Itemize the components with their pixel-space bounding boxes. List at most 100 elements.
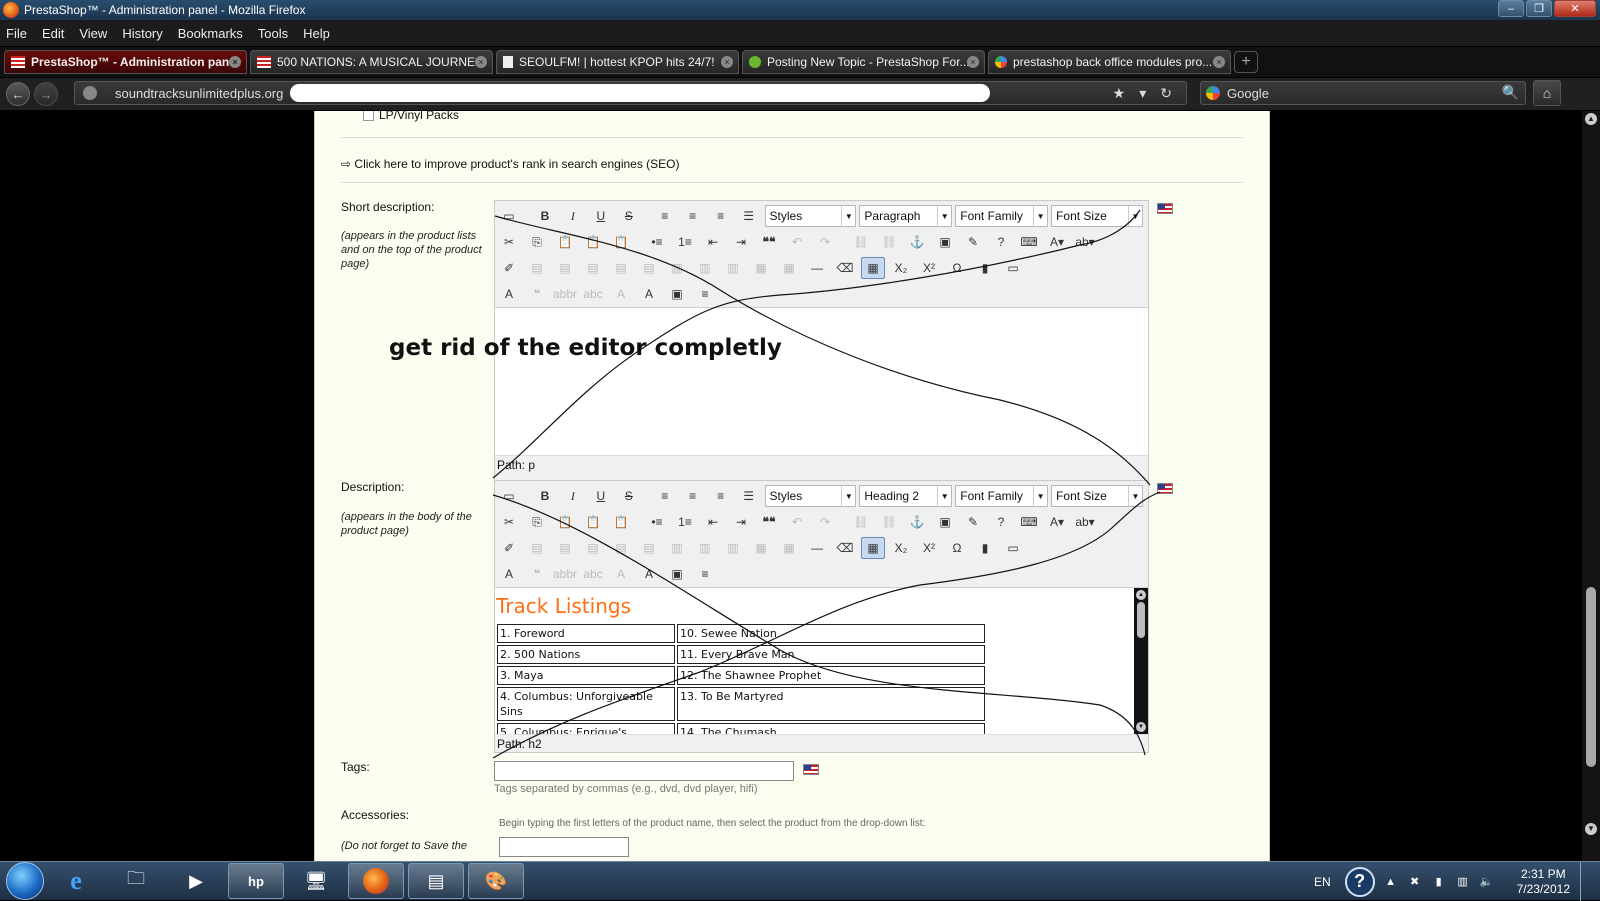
indent-icon[interactable]: ⇥: [729, 231, 753, 253]
font-family-dropdown[interactable]: Font Family ▼: [955, 485, 1049, 507]
new-document-icon[interactable]: ▭: [497, 205, 521, 227]
abbr-icon[interactable]: abbr: [553, 563, 577, 585]
indent-icon[interactable]: ⇥: [729, 511, 753, 533]
help-icon[interactable]: ?: [989, 511, 1013, 533]
flag-icon[interactable]: [1157, 203, 1173, 214]
copy-icon[interactable]: ⎘: [525, 231, 549, 253]
align-left-icon[interactable]: ≡: [653, 205, 677, 227]
menu-file[interactable]: File: [6, 26, 27, 41]
highlight-color-icon[interactable]: ab▾: [1073, 231, 1097, 253]
flag-icon[interactable]: [803, 764, 819, 775]
media-icon[interactable]: ▮: [973, 537, 997, 559]
del-icon[interactable]: A: [609, 563, 633, 585]
copy-icon[interactable]: ⎘: [525, 511, 549, 533]
menu-tools[interactable]: Tools: [258, 26, 288, 41]
show-desktop-button[interactable]: [1580, 862, 1592, 901]
paste-icon[interactable]: 📋: [553, 511, 577, 533]
text-color-icon[interactable]: A▾: [1045, 511, 1069, 533]
layer-icon[interactable]: ▣: [665, 563, 689, 585]
cut-icon[interactable]: ✂: [497, 231, 521, 253]
tab-500-nations[interactable]: 500 NATIONS: A MUSICAL JOURNE... ×: [250, 50, 493, 74]
document-viewer-icon[interactable]: ▤: [408, 863, 464, 899]
underline-button[interactable]: U: [589, 205, 613, 227]
restore-button[interactable]: ❐: [1526, 0, 1552, 17]
align-right-icon[interactable]: ≡: [709, 205, 733, 227]
highlight-color-icon[interactable]: ab▾: [1073, 511, 1097, 533]
styles-props-icon[interactable]: A: [497, 563, 521, 585]
tab-close-icon[interactable]: ×: [229, 56, 241, 68]
flag-icon[interactable]: [1157, 483, 1173, 494]
strikethrough-button[interactable]: S: [617, 205, 641, 227]
align-justify-icon[interactable]: ☰: [737, 485, 761, 507]
table-props-icon[interactable]: ▤: [525, 537, 549, 559]
scroll-up-icon[interactable]: ▲: [1136, 590, 1146, 600]
blockquote-icon[interactable]: ❝❝: [757, 511, 781, 533]
menu-edit[interactable]: Edit: [42, 26, 64, 41]
numbered-list-icon[interactable]: 1≡: [673, 511, 697, 533]
link-icon[interactable]: ⛓: [849, 231, 873, 253]
new-tab-button[interactable]: +: [1234, 51, 1258, 73]
text-color-icon[interactable]: A▾: [1045, 231, 1069, 253]
search-box[interactable]: Google 🔍: [1200, 81, 1526, 105]
row-after-icon[interactable]: ▤: [609, 537, 633, 559]
visual-aid-icon[interactable]: ▦: [861, 257, 885, 279]
menu-help[interactable]: Help: [303, 26, 330, 41]
subscript-icon[interactable]: X₂: [889, 537, 913, 559]
format-dropdown[interactable]: Paragraph ▼: [859, 205, 953, 227]
back-arrow-icon[interactable]: ←: [6, 82, 30, 106]
folder-icon[interactable]: 🗀: [108, 863, 164, 899]
undo-icon[interactable]: ↶: [785, 511, 809, 533]
minimize-button[interactable]: ‒: [1498, 0, 1524, 17]
scroll-thumb[interactable]: [1137, 602, 1145, 638]
align-left-icon[interactable]: ≡: [653, 485, 677, 507]
row-insert-icon[interactable]: ▤: [581, 537, 605, 559]
styles-props-icon[interactable]: A: [497, 283, 521, 305]
table-props-icon[interactable]: ▤: [525, 257, 549, 279]
pagebreak-icon[interactable]: ≡: [693, 283, 717, 305]
security-icon[interactable]: ✖: [1407, 875, 1423, 889]
remove-format-icon[interactable]: ⌫: [833, 537, 857, 559]
blockquote-icon[interactable]: ❝❝: [757, 231, 781, 253]
paste-icon[interactable]: 📋: [553, 231, 577, 253]
menu-bookmarks[interactable]: Bookmarks: [178, 26, 243, 41]
close-window-button[interactable]: ✕: [1554, 0, 1596, 17]
italic-button[interactable]: I: [561, 205, 585, 227]
template-icon[interactable]: ▭: [1001, 537, 1025, 559]
abbr-icon[interactable]: abbr: [553, 283, 577, 305]
col-before-icon[interactable]: ▥: [665, 257, 689, 279]
help-icon[interactable]: ?: [1344, 866, 1375, 897]
reload-icon[interactable]: ↻: [1160, 85, 1172, 102]
clock[interactable]: 2:31 PM 7/23/2012: [1517, 867, 1570, 897]
dropdown-arrow-icon[interactable]: ▾: [1139, 85, 1146, 102]
font-size-dropdown[interactable]: Font Size ▼: [1051, 205, 1143, 227]
anchor-icon[interactable]: ⚓: [905, 511, 929, 533]
font-family-dropdown[interactable]: Font Family ▼: [955, 205, 1049, 227]
show-hidden-icons-icon[interactable]: ▲: [1383, 875, 1399, 889]
paste-text-icon[interactable]: 📋: [581, 511, 605, 533]
cite-icon[interactable]: ❝: [525, 283, 549, 305]
html-source-icon[interactable]: ⌨: [1017, 231, 1041, 253]
accessories-input[interactable]: [499, 837, 629, 857]
internet-explorer-icon[interactable]: e: [48, 863, 104, 899]
split-cells-icon[interactable]: ▦: [749, 537, 773, 559]
page-scrollbar[interactable]: ▲ ▼: [1582, 111, 1600, 861]
cite-icon[interactable]: ❝: [525, 563, 549, 585]
scroll-up-icon[interactable]: ▲: [1585, 113, 1597, 125]
delete-row-icon[interactable]: ▤: [637, 537, 661, 559]
bullet-list-icon[interactable]: •≡: [645, 511, 669, 533]
scroll-down-icon[interactable]: ▼: [1585, 823, 1597, 835]
forward-arrow-icon[interactable]: →: [34, 82, 58, 106]
align-justify-icon[interactable]: ☰: [737, 205, 761, 227]
volume-icon[interactable]: 🔈: [1479, 875, 1495, 889]
superscript-icon[interactable]: X²: [917, 257, 941, 279]
attribs-icon[interactable]: A: [637, 563, 661, 585]
menu-view[interactable]: View: [79, 26, 107, 41]
scroll-thumb[interactable]: [1586, 587, 1596, 767]
cut-icon[interactable]: ✂: [497, 511, 521, 533]
scroll-down-icon[interactable]: ▼: [1136, 722, 1146, 732]
outdent-icon[interactable]: ⇤: [701, 231, 725, 253]
acronym-icon[interactable]: abc: [581, 563, 605, 585]
redo-icon[interactable]: ↷: [813, 511, 837, 533]
row-insert-icon[interactable]: ▤: [581, 257, 605, 279]
delete-row-icon[interactable]: ▤: [637, 257, 661, 279]
